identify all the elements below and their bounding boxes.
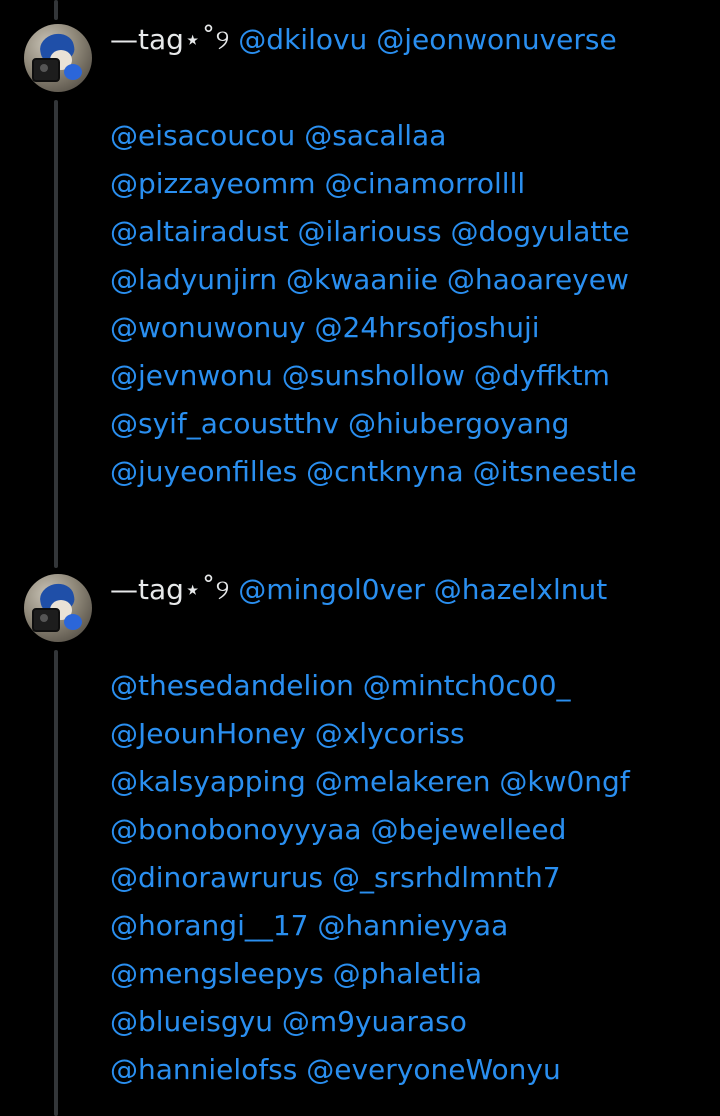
mention-line[interactable]: @JeounHoney @xlycoriss [110,710,710,758]
avatar[interactable] [24,24,92,92]
mention-line[interactable]: @horangi__17 @hannieyyaa [110,902,710,950]
mention-line[interactable]: @wonuwonuy @24hrsofjoshuji [110,304,710,352]
mention-line[interactable]: @kalsyapping @melakeren @kw0ngf [110,758,710,806]
tweet[interactable]: —tag⋆˚୨ @mingol0ver @hazelxlnut @theseda… [0,560,720,1116]
avatar[interactable] [24,574,92,642]
mention-line[interactable]: @hannielofss @everyoneWonyu [110,1046,710,1094]
avatar-blue-accent [64,614,82,630]
mention-line[interactable]: @juyeonfilles @cntknyna @itsneestle [110,448,710,496]
avatar-phone [32,58,60,82]
mention-line[interactable]: @eisacoucou @sacallaa [110,112,710,160]
mention-line[interactable]: @mengsleepys @phaletlia [110,950,710,998]
avatar-phone [32,608,60,632]
mention-line[interactable]: @dinorawrurus @_srsrhdlmnth7 [110,854,710,902]
mention-line[interactable]: @syif_acoustthv @hiubergoyang [110,400,710,448]
mention-group[interactable]: @dkilovu @jeonwonuverse [238,23,616,56]
display-name[interactable]: —tag⋆˚୨ [110,573,229,606]
mention-line[interactable]: @pizzayeomm @cinamorrollll [110,160,710,208]
tweet-first-line: —tag⋆˚୨ @mingol0ver @hazelxlnut [110,566,710,614]
mention-line[interactable]: @bonobonoyyyaa @bejewelleed [110,806,710,854]
tweet-text: —tag⋆˚୨ @dkilovu @jeonwonuverse @eisacou… [110,16,710,496]
mention-line[interactable]: @blueisgyu @m9yuaraso [110,998,710,1046]
display-name[interactable]: —tag⋆˚୨ [110,23,229,56]
avatar-blue-accent [64,64,82,80]
mention-line[interactable]: @ladyunjirn @kwaaniie @haoareyew [110,256,710,304]
mention-group[interactable]: @mingol0ver @hazelxlnut [238,573,607,606]
mention-line[interactable]: @thesedandelion @mintch0c00_ [110,662,710,710]
tweet[interactable]: —tag⋆˚୨ @dkilovu @jeonwonuverse @eisacou… [0,0,720,540]
mention-line[interactable]: @jevnwonu @sunshollow @dyffktm [110,352,710,400]
tweet-first-line: —tag⋆˚୨ @dkilovu @jeonwonuverse [110,16,710,64]
tweet-text: —tag⋆˚୨ @mingol0ver @hazelxlnut @theseda… [110,566,710,1094]
mention-line[interactable]: @altairadust @ilariouss @dogyulatte [110,208,710,256]
